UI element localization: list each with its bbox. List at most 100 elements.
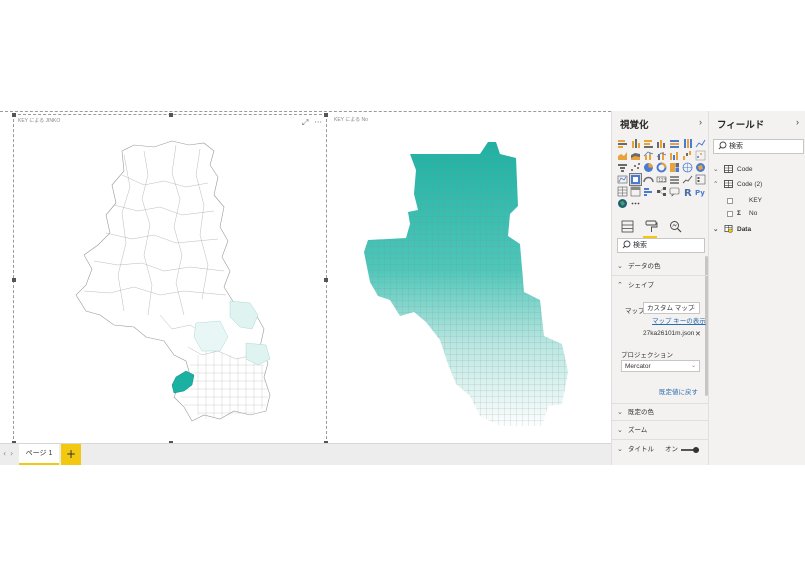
page-tab-bar: ‹ › ページ 1 + xyxy=(0,443,611,465)
table-data[interactable]: ⌄ Data xyxy=(713,225,751,233)
100-stacked-bar-icon[interactable] xyxy=(669,138,680,149)
table-icon xyxy=(724,180,733,188)
table-code[interactable]: ⌄ Code xyxy=(713,165,753,173)
report-canvas: KEY による JINKO ⤢ ··· KEY による No xyxy=(0,111,611,445)
stacked-area-chart-icon[interactable] xyxy=(630,150,641,161)
kpi-icon[interactable] xyxy=(682,174,693,185)
chevron-down-icon: ⌄ xyxy=(617,263,623,270)
next-page-icon[interactable]: › xyxy=(10,449,13,458)
fields-tab-icon[interactable] xyxy=(621,220,634,233)
resize-handle[interactable] xyxy=(12,278,16,282)
section-label: シェイプ xyxy=(628,282,654,289)
card-icon[interactable]: 123 xyxy=(656,174,667,185)
resize-handle[interactable] xyxy=(324,278,328,282)
more-visuals-icon[interactable] xyxy=(630,198,641,209)
collapse-pane-icon[interactable]: › xyxy=(699,117,702,127)
matrix-icon[interactable] xyxy=(630,186,641,197)
table-code-2[interactable]: ⌃ Code (2) xyxy=(713,180,762,188)
scatter-dots-icon[interactable] xyxy=(630,162,641,173)
stacked-column-chart-icon[interactable] xyxy=(630,138,641,149)
chevron-up-icon: ⌃ xyxy=(617,282,623,289)
shape-map-icon[interactable] xyxy=(617,174,628,185)
projection-select[interactable]: Mercator ⌄ xyxy=(621,360,700,372)
r-visual-icon[interactable]: R xyxy=(682,186,693,197)
section-data-colors[interactable]: ⌄ データの色 xyxy=(612,258,709,276)
clustered-bar-chart-icon[interactable] xyxy=(643,138,654,149)
analytics-tab-icon[interactable] xyxy=(669,220,682,233)
funnel-icon[interactable] xyxy=(617,162,628,173)
python-visual-icon[interactable]: Py xyxy=(695,186,706,197)
title-toggle[interactable]: オン xyxy=(665,446,699,454)
resize-handle[interactable] xyxy=(169,113,173,117)
grid-map-region xyxy=(364,142,568,426)
slicer-icon[interactable] xyxy=(695,174,706,185)
map-icon[interactable] xyxy=(682,162,693,173)
clustered-column-chart-icon[interactable] xyxy=(656,138,667,149)
shape-map-visual-no[interactable]: KEY による No xyxy=(330,114,611,444)
chevron-up-icon: ⌃ xyxy=(713,181,719,188)
section-label: ズーム xyxy=(628,427,648,434)
map-keys-link[interactable]: マップ キーの表示 xyxy=(652,315,706,325)
donut-chart-icon[interactable] xyxy=(656,162,667,173)
field-name: No xyxy=(749,210,758,217)
chevron-down-icon: ⌄ xyxy=(690,305,696,311)
section-label: 既定の色 xyxy=(628,409,654,416)
section-title[interactable]: ⌄ タイトル オン xyxy=(612,441,709,459)
jinko-map[interactable] xyxy=(14,115,328,445)
key-influencers-icon[interactable] xyxy=(643,186,654,197)
field-checkbox[interactable] xyxy=(727,210,733,217)
collapse-pane-icon[interactable]: › xyxy=(796,117,799,127)
stacked-bar-chart-icon[interactable] xyxy=(617,138,628,149)
fields-pane: フィールド › 検索 ⌄ Code ⌃ Code (2) KEY Σ No ⌄ xyxy=(708,111,805,465)
format-search-input[interactable]: 検索 xyxy=(617,238,705,253)
chevron-down-icon: ⌄ xyxy=(713,166,719,173)
field-no[interactable]: Σ No xyxy=(727,210,757,217)
fields-search-input[interactable]: 検索 xyxy=(713,139,804,154)
treemap-icon[interactable] xyxy=(669,162,680,173)
table-icon[interactable] xyxy=(617,186,628,197)
resize-handle[interactable] xyxy=(12,113,16,117)
area-chart-icon[interactable] xyxy=(617,150,628,161)
section-shape[interactable]: ⌃ シェイプ xyxy=(612,277,709,295)
pie-chart-icon[interactable] xyxy=(643,162,654,173)
section-default-colors[interactable]: ⌄ 既定の色 xyxy=(612,403,709,421)
remove-file-icon[interactable]: ✕ xyxy=(695,330,701,338)
map-label: マップ xyxy=(625,308,645,315)
line-chart-icon[interactable] xyxy=(695,138,706,149)
shape-map-visual-jinko[interactable]: KEY による JINKO ⤢ ··· xyxy=(12,113,328,445)
line-stacked-column-icon[interactable] xyxy=(656,150,667,161)
svg-text:Py: Py xyxy=(695,189,705,197)
svg-text:R: R xyxy=(684,188,692,197)
scatter-chart-icon[interactable] xyxy=(695,150,706,161)
prev-page-icon[interactable]: ‹ xyxy=(3,449,6,458)
waterfall-chart-icon[interactable] xyxy=(682,150,693,161)
field-key[interactable]: KEY xyxy=(727,197,762,204)
100-stacked-column-icon[interactable] xyxy=(682,138,693,149)
ribbon-chart-icon[interactable] xyxy=(669,150,680,161)
page-tab-1[interactable]: ページ 1 xyxy=(19,444,59,465)
multi-row-card-icon[interactable] xyxy=(669,174,680,185)
search-placeholder: 検索 xyxy=(633,242,647,249)
map-select[interactable]: カスタム マップ ⌄ xyxy=(643,302,700,314)
map-select-value: カスタム マップ xyxy=(647,305,695,312)
field-name: KEY xyxy=(749,197,763,204)
custom-map-visual-icon[interactable] xyxy=(629,173,642,186)
decomposition-tree-icon[interactable] xyxy=(656,186,667,197)
qa-icon[interactable] xyxy=(669,186,680,197)
resize-handle[interactable] xyxy=(324,113,328,117)
field-checkbox[interactable] xyxy=(727,197,733,204)
visualizations-title: 視覚化 xyxy=(620,120,649,131)
gauge-icon[interactable] xyxy=(643,174,654,185)
format-paint-roller-icon[interactable] xyxy=(645,220,658,233)
filled-map-icon[interactable] xyxy=(695,162,706,173)
add-page-button[interactable]: + xyxy=(61,444,81,465)
toggle-switch[interactable] xyxy=(681,447,699,453)
globe-visual-icon[interactable] xyxy=(617,198,628,209)
fields-title: フィールド xyxy=(717,120,765,131)
map-file-name: 27ka26101m.json xyxy=(643,330,695,337)
line-column-chart-icon[interactable] xyxy=(643,150,654,161)
reset-to-default-link[interactable]: 既定値に戻す xyxy=(659,386,698,396)
section-zoom[interactable]: ⌄ ズーム xyxy=(612,422,709,440)
no-grid-map[interactable] xyxy=(330,114,611,444)
pane-mode-tabs xyxy=(621,220,682,233)
